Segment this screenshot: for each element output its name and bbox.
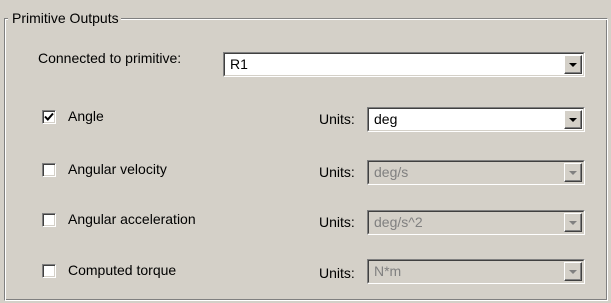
dropdown-button[interactable]	[564, 213, 582, 232]
connected-primitive-value: R1	[230, 56, 248, 72]
chevron-down-icon	[569, 63, 577, 67]
units-label: Units:	[319, 164, 355, 180]
connected-to-primitive-label: Connected to primitive:	[38, 50, 182, 66]
angular-acceleration-units-dropdown[interactable]: deg/s^2	[367, 210, 585, 235]
angle-units-dropdown[interactable]: deg	[367, 107, 585, 132]
angle-checkbox[interactable]	[42, 110, 56, 124]
angular-velocity-units-dropdown[interactable]: deg/s	[367, 160, 585, 185]
group-title: Primitive Outputs	[8, 9, 121, 27]
dropdown-button[interactable]	[564, 163, 582, 182]
chevron-down-icon	[569, 221, 577, 225]
units-label: Units:	[319, 111, 355, 127]
angular-acceleration-checkbox[interactable]	[42, 213, 56, 227]
angle-label: Angle	[68, 108, 104, 124]
chevron-down-icon	[569, 270, 577, 274]
units-label: Units:	[319, 265, 355, 281]
units-label: Units:	[319, 214, 355, 230]
computed-torque-units-value: N*m	[374, 263, 402, 279]
chevron-down-icon	[569, 171, 577, 175]
connected-primitive-dropdown[interactable]: R1	[223, 52, 585, 77]
angular-velocity-checkbox[interactable]	[42, 163, 56, 177]
checkmark-icon	[44, 112, 54, 121]
angle-units-value: deg	[374, 111, 398, 127]
angular-velocity-label: Angular velocity	[68, 161, 167, 177]
angular-acceleration-label: Angular acceleration	[68, 211, 196, 227]
computed-torque-label: Computed torque	[68, 262, 177, 278]
computed-torque-units-dropdown[interactable]: N*m	[367, 259, 585, 284]
dropdown-button[interactable]	[564, 55, 582, 74]
computed-torque-checkbox[interactable]	[42, 264, 56, 278]
angular-acceleration-units-value: deg/s^2	[374, 214, 423, 230]
dropdown-button[interactable]	[564, 262, 582, 281]
angular-velocity-units-value: deg/s	[374, 164, 409, 180]
dropdown-button[interactable]	[564, 110, 582, 129]
chevron-down-icon	[569, 118, 577, 122]
